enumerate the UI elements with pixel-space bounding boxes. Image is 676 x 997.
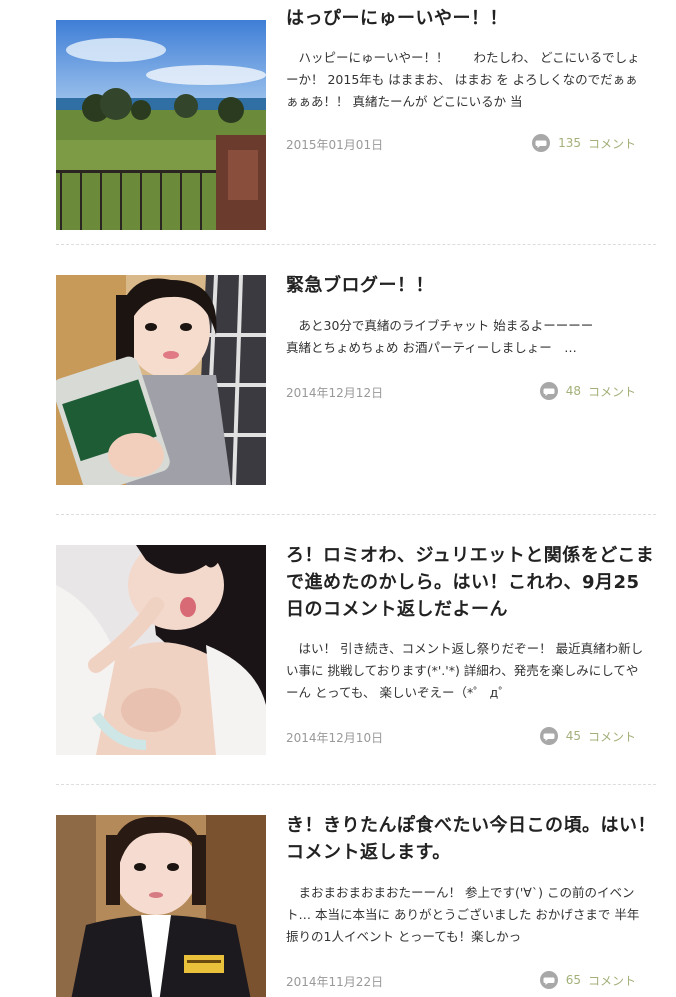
comment-link[interactable]: 45 コメント (539, 726, 636, 746)
post-thumbnail[interactable] (56, 275, 266, 485)
comment-bubble-icon (539, 971, 558, 989)
post-date: 2014年12月12日 (286, 386, 384, 400)
comment-bubble-icon (532, 134, 551, 152)
comment-count: 65 (565, 973, 581, 987)
comment-bubble-icon (539, 382, 558, 400)
comment-link[interactable]: 65 コメント (539, 970, 636, 990)
selfie-beer-photo (56, 275, 266, 485)
post-title[interactable]: き！きりたんぽ食べたい今日この頃。はい！コメント返します。 (286, 812, 656, 866)
post-excerpt: ハッピーにゅーいやー！！ わたしわ、 どこにいるでしょーか！ 2015年も はま… (286, 50, 640, 109)
post-title[interactable]: はっぴーにゅーいやー！！ (286, 5, 656, 32)
post-thumbnail[interactable] (56, 545, 266, 755)
comment-label: コメント (587, 973, 636, 988)
comment-label: コメント (587, 384, 636, 399)
comment-bubble-icon (539, 727, 558, 745)
comment-link[interactable]: 135 コメント (531, 133, 636, 153)
blog-post-list: はっぴーにゅーいやー！！ ハッピーにゅーいやー！！ わたしわ、 どこにいるでしょ… (0, 0, 676, 997)
post-divider (56, 244, 656, 245)
post-date: 2014年12月10日 (286, 731, 384, 745)
comment-count: 45 (565, 729, 581, 743)
comment-label: コメント (587, 729, 636, 744)
post-excerpt: あと30分で真緒のライブチャット 始まるよーーーー 真緒とちょめちょめ お酒パー… (286, 318, 594, 355)
post-title[interactable]: 緊急ブログー！！ (286, 272, 656, 299)
comment-label: コメント (587, 136, 636, 151)
post-date: 2014年11月22日 (286, 975, 384, 989)
post-excerpt: はい！ 引き続き、コメント返し祭りだぞー！ 最近真緒わ新しい事に 挑戦しておりま… (286, 641, 644, 700)
comment-count: 135 (558, 136, 581, 150)
selfie-robe-photo (56, 545, 266, 755)
post-thumbnail[interactable] (56, 20, 266, 230)
post-thumbnail[interactable] (56, 815, 266, 997)
post-divider (56, 514, 656, 515)
post-title[interactable]: ろ！ロミオわ、ジュリエットと関係をどこまで進めたのかしら。はい！これわ、9月25… (286, 542, 656, 623)
selfie-uniform-photo (56, 815, 266, 997)
comment-count: 48 (565, 384, 581, 398)
comment-link[interactable]: 48 コメント (539, 381, 636, 401)
post-excerpt: まおまおまおまおたーーん！ 参上です('∀`) この前のイベント… 本当に本当に… (286, 885, 640, 944)
post-divider (56, 784, 656, 785)
resort-lawn-photo (56, 20, 266, 230)
post-date: 2015年01月01日 (286, 138, 384, 152)
